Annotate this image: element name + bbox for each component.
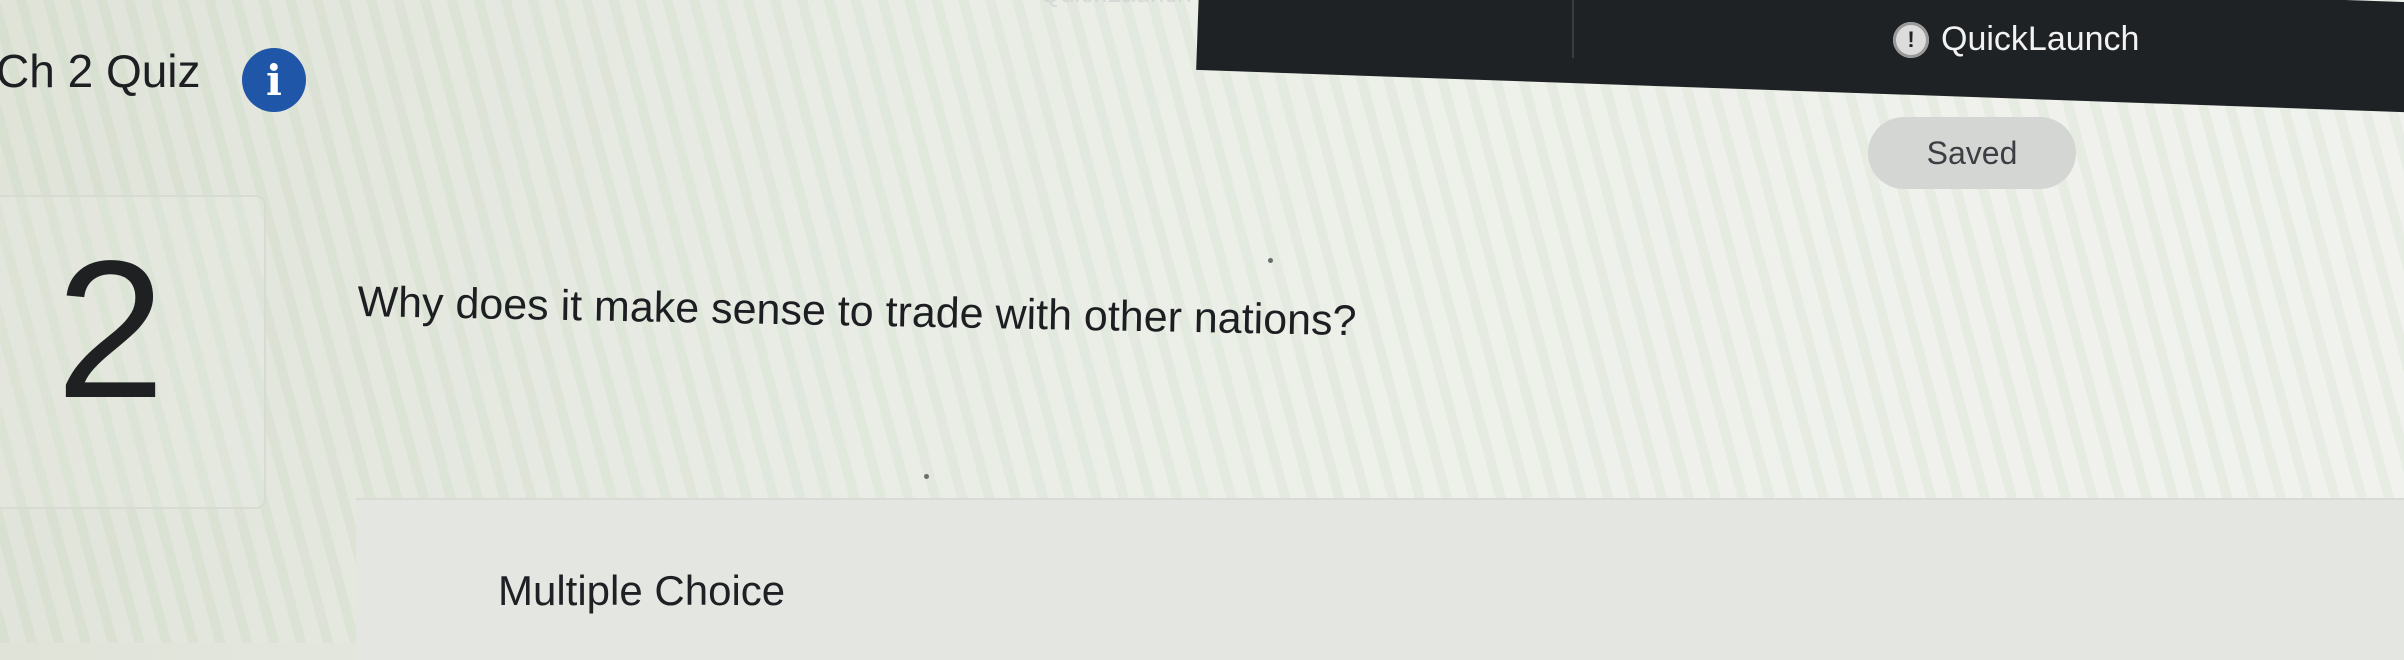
info-icon[interactable]: i — [242, 48, 306, 112]
question-type-label: Multiple Choice — [498, 567, 786, 614]
saved-status-badge: Saved — [1868, 117, 2076, 189]
topbar-divider — [1572, 0, 1574, 58]
quicklaunch-icon: ! — [1893, 21, 1929, 58]
top-navigation-bar — [1196, 0, 2404, 117]
quicklaunch-ghost-label: QuickLaunch — [1040, 0, 1192, 9]
quicklaunch-label: QuickLaunch — [1941, 20, 2140, 58]
quicklaunch-button[interactable]: ! QuickLaunch — [1893, 20, 2139, 59]
question-number: 2 — [56, 220, 166, 439]
screen-speck — [924, 474, 929, 479]
question-prompt: Why does it make sense to trade with oth… — [357, 278, 1357, 346]
screen-speck — [1268, 258, 1273, 263]
page-title: Ch 2 Quiz — [0, 45, 201, 97]
